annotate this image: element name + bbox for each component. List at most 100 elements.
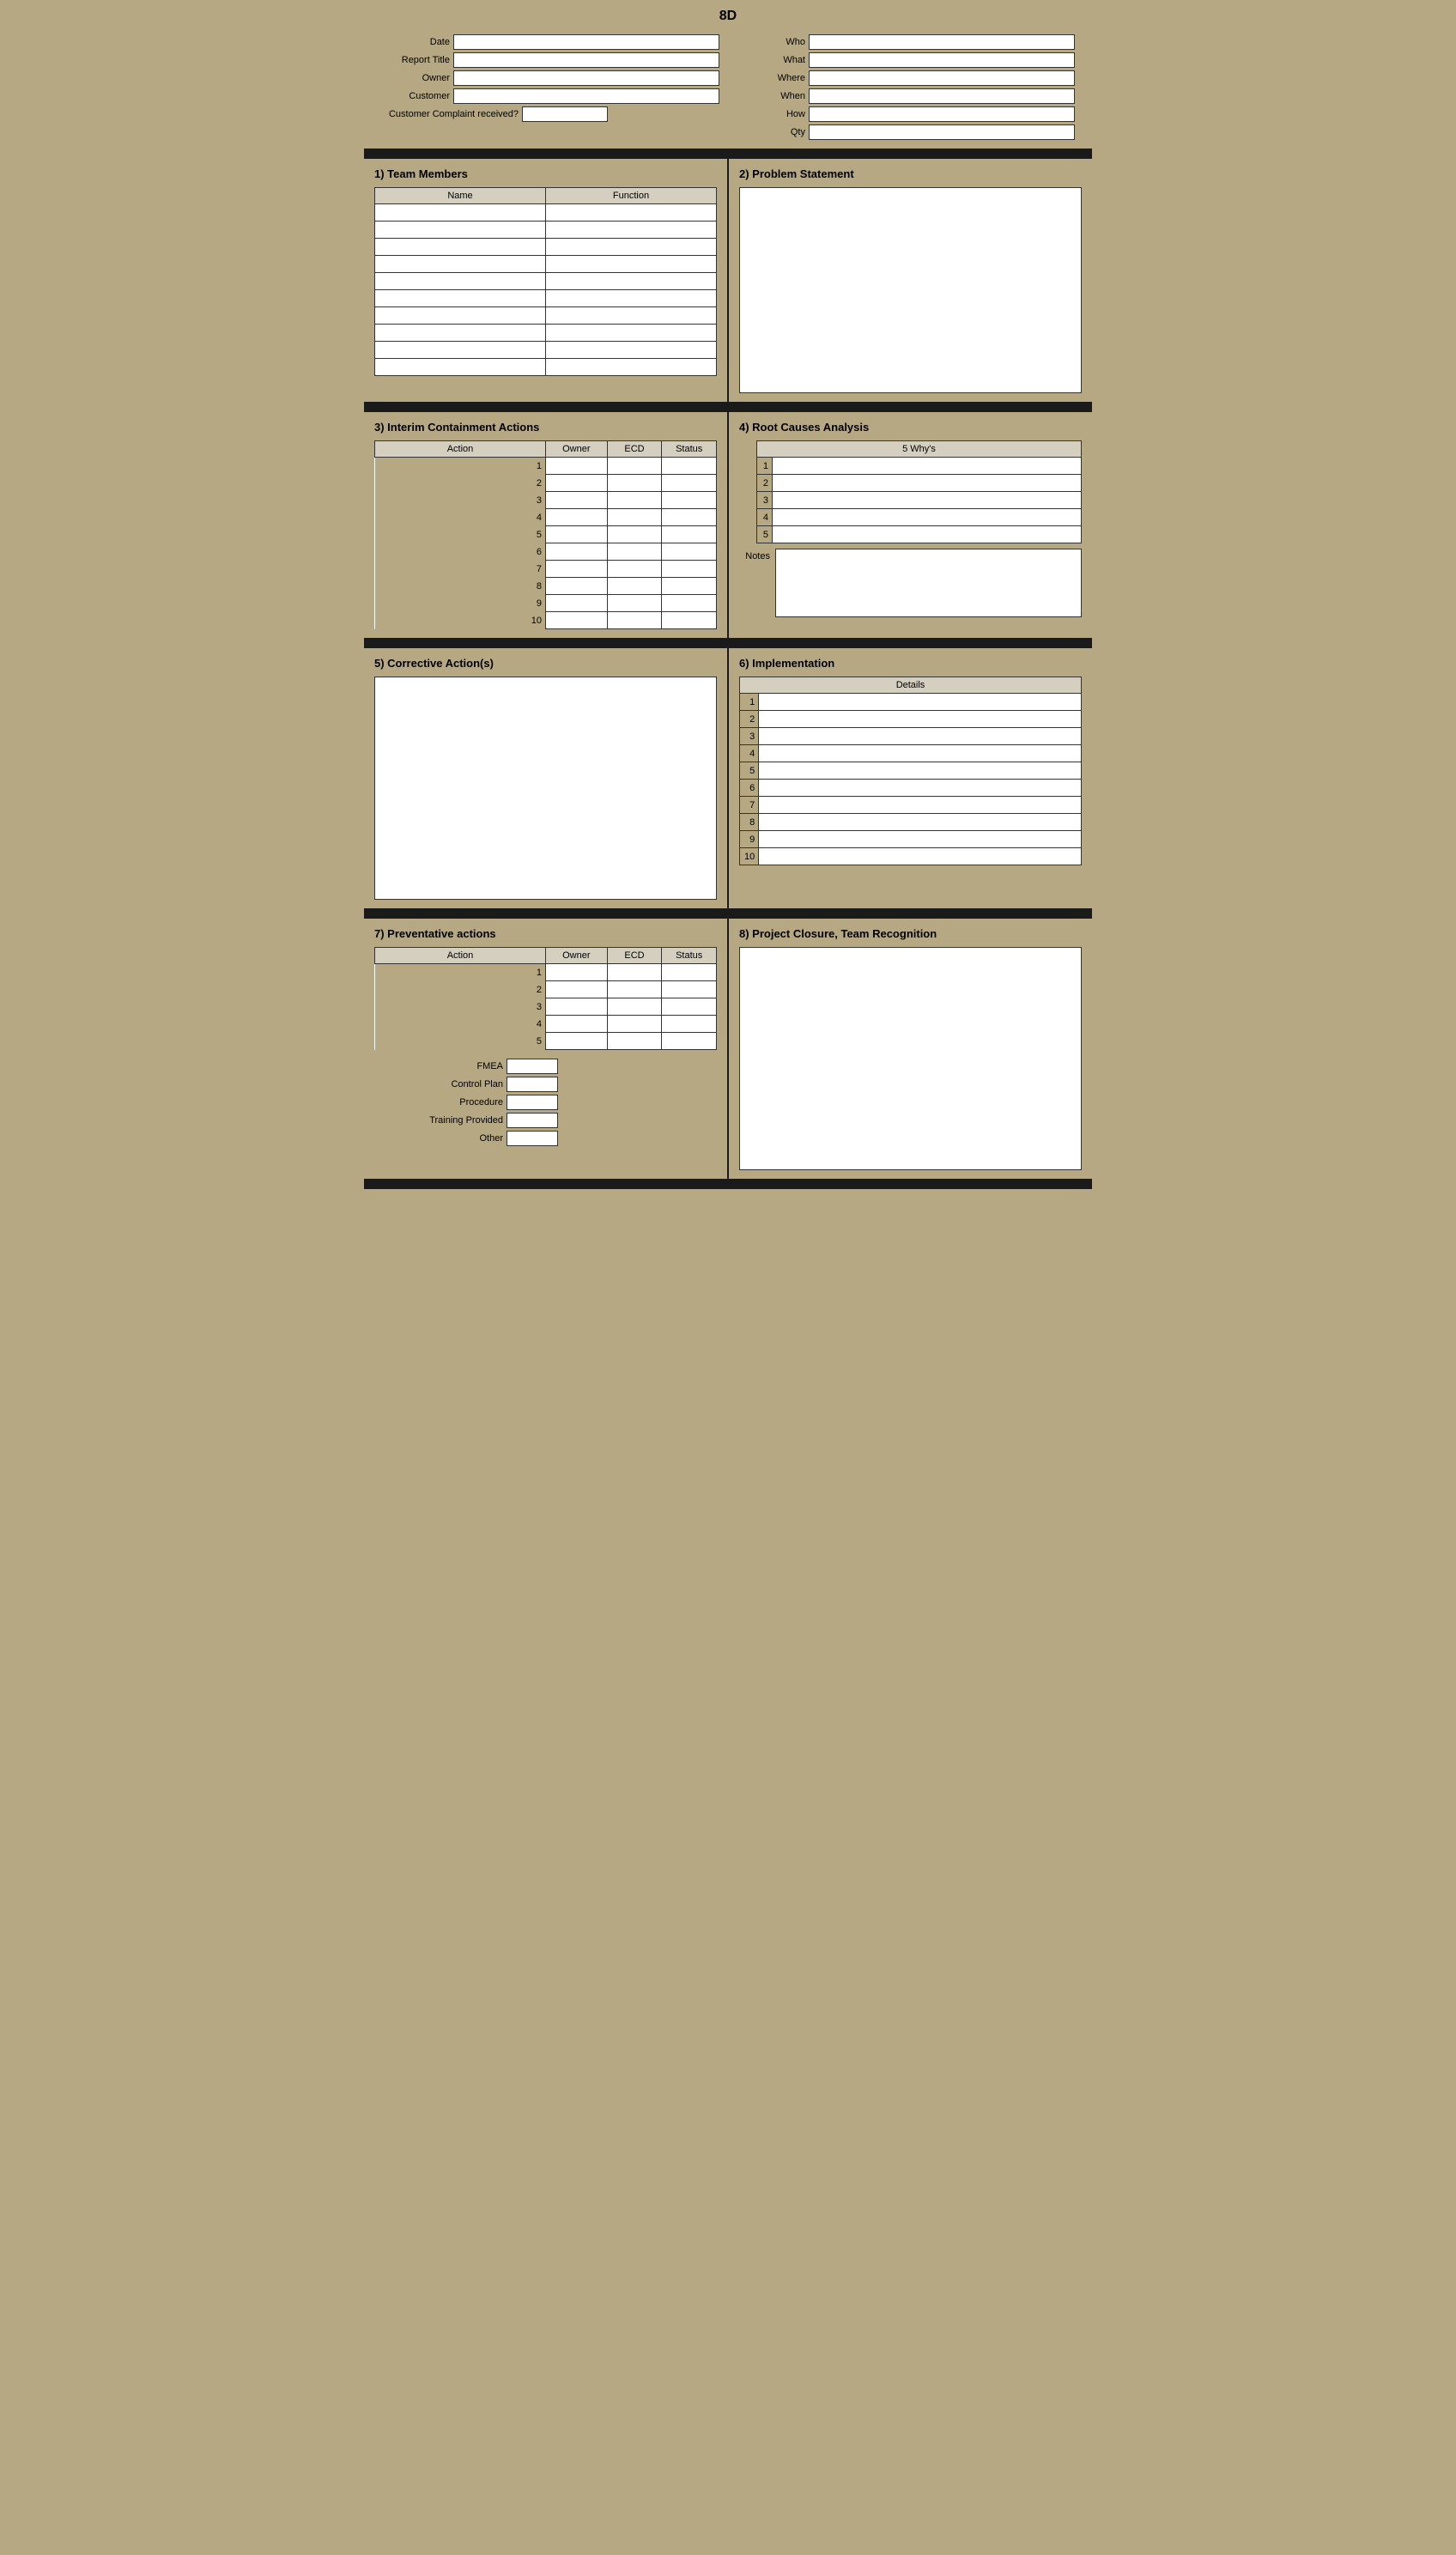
contain-status-header: Status — [662, 441, 717, 458]
impl-3[interactable] — [759, 728, 1082, 745]
date-input[interactable] — [453, 34, 719, 50]
impl-9[interactable] — [759, 831, 1082, 848]
team-func-8[interactable] — [546, 325, 717, 342]
team-name-8[interactable] — [375, 325, 546, 342]
team-func-6[interactable] — [546, 290, 717, 307]
how-input[interactable] — [809, 106, 1075, 122]
header-right: Who What Where When How Qty — [737, 34, 1075, 140]
contain-ecd-header: ECD — [607, 441, 662, 458]
impl-1[interactable] — [759, 694, 1082, 711]
team-func-3[interactable] — [546, 239, 717, 256]
team-name-10[interactable] — [375, 359, 546, 376]
contain-owner-header: Owner — [546, 441, 608, 458]
who-row: Who — [737, 34, 1075, 50]
section-7-8-grid: 7) Preventative actions Action Owner ECD… — [364, 919, 1092, 1179]
section-2-title: 2) Problem Statement — [739, 167, 1082, 180]
why-5[interactable] — [773, 526, 1082, 543]
table-row: 1 — [740, 694, 1082, 711]
team-name-2[interactable] — [375, 222, 546, 239]
qty-input[interactable] — [809, 124, 1075, 140]
team-func-2[interactable] — [546, 222, 717, 239]
customer-input[interactable] — [453, 88, 719, 104]
other-input[interactable] — [507, 1131, 558, 1146]
when-label: When — [737, 91, 805, 101]
why-3[interactable] — [773, 492, 1082, 509]
divider-5 — [364, 1179, 1092, 1189]
what-label: What — [737, 55, 805, 65]
what-row: What — [737, 52, 1075, 68]
table-row — [375, 290, 717, 307]
team-func-10[interactable] — [546, 359, 717, 376]
why-1[interactable] — [773, 458, 1082, 475]
team-func-4[interactable] — [546, 256, 717, 273]
whys-table: 5 Why's 1 2 3 4 5 — [756, 440, 1082, 543]
fmea-input[interactable] — [507, 1059, 558, 1074]
impl-2[interactable] — [759, 711, 1082, 728]
why-4[interactable] — [773, 509, 1082, 526]
who-input[interactable] — [809, 34, 1075, 50]
table-row: 1 — [757, 458, 1082, 475]
corrective-actions-box[interactable] — [374, 677, 717, 900]
impl-8[interactable] — [759, 814, 1082, 831]
section-4: 4) Root Causes Analysis 5 Why's 1 2 3 4 — [729, 412, 1092, 638]
team-func-7[interactable] — [546, 307, 717, 325]
complaint-input[interactable] — [522, 106, 608, 122]
team-function-header: Function — [546, 188, 717, 204]
report-title-row: Report Title — [381, 52, 719, 68]
who-label: Who — [737, 37, 805, 47]
complaint-label: Customer Complaint received? — [381, 109, 519, 119]
customer-row: Customer — [381, 88, 719, 104]
team-name-5[interactable] — [375, 273, 546, 290]
report-title-input[interactable] — [453, 52, 719, 68]
report-title-label: Report Title — [381, 55, 450, 65]
header-section: Date Report Title Owner Customer Custome… — [364, 29, 1092, 149]
table-row — [375, 325, 717, 342]
impl-10[interactable] — [759, 848, 1082, 865]
section-3-4-grid: 3) Interim Containment Actions Action Ow… — [364, 412, 1092, 638]
prevent-action-header: Action — [375, 948, 546, 964]
procedure-input[interactable] — [507, 1095, 558, 1110]
notes-box[interactable] — [775, 549, 1082, 617]
table-row: 4 — [375, 509, 717, 526]
owner-label: Owner — [381, 73, 450, 83]
owner-input[interactable] — [453, 70, 719, 86]
team-func-9[interactable] — [546, 342, 717, 359]
team-name-9[interactable] — [375, 342, 546, 359]
where-input[interactable] — [809, 70, 1075, 86]
why-2[interactable] — [773, 475, 1082, 492]
impl-4[interactable] — [759, 745, 1082, 762]
control-plan-input[interactable] — [507, 1077, 558, 1092]
what-input[interactable] — [809, 52, 1075, 68]
impl-7[interactable] — [759, 797, 1082, 814]
team-name-1[interactable] — [375, 204, 546, 222]
project-closure-box[interactable] — [739, 947, 1082, 1170]
impl-5[interactable] — [759, 762, 1082, 780]
control-plan-row: Control Plan — [391, 1077, 717, 1092]
section-6-title: 6) Implementation — [739, 657, 1082, 670]
divider-4 — [364, 908, 1092, 919]
team-name-7[interactable] — [375, 307, 546, 325]
table-row — [375, 307, 717, 325]
impl-details-header: Details — [740, 677, 1082, 694]
other-label: Other — [391, 1133, 503, 1144]
table-row: 4 — [740, 745, 1082, 762]
notes-container: Notes — [739, 549, 1082, 617]
when-input[interactable] — [809, 88, 1075, 104]
problem-statement-box[interactable] — [739, 187, 1082, 393]
preventative-table: Action Owner ECD Status 1 2 3 4 5 — [374, 947, 717, 1050]
section-4-title: 4) Root Causes Analysis — [739, 421, 1082, 434]
where-label: Where — [737, 73, 805, 83]
team-name-3[interactable] — [375, 239, 546, 256]
impl-6[interactable] — [759, 780, 1082, 797]
section-7: 7) Preventative actions Action Owner ECD… — [364, 919, 727, 1179]
team-name-4[interactable] — [375, 256, 546, 273]
training-input[interactable] — [507, 1113, 558, 1128]
table-row: 9 — [375, 595, 717, 612]
section-5-6-grid: 5) Corrective Action(s) 6) Implementatio… — [364, 648, 1092, 908]
table-row: 8 — [740, 814, 1082, 831]
team-func-1[interactable] — [546, 204, 717, 222]
team-name-6[interactable] — [375, 290, 546, 307]
team-func-5[interactable] — [546, 273, 717, 290]
divider-1 — [364, 149, 1092, 159]
team-table: Name Function — [374, 187, 717, 376]
